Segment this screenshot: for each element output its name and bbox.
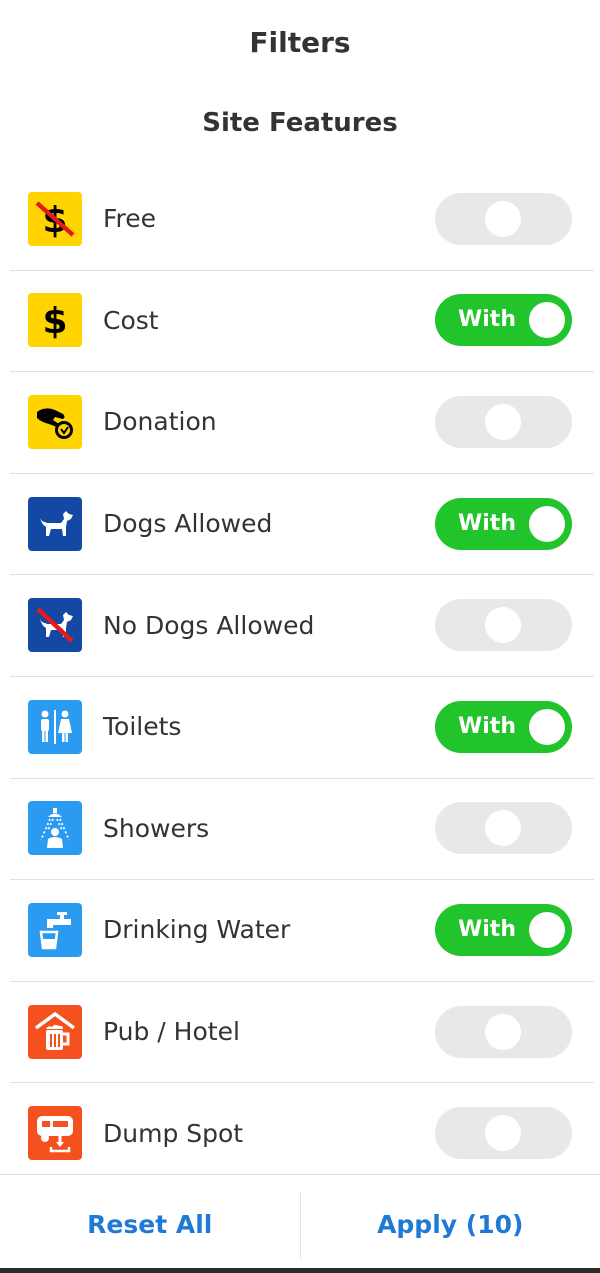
filter-label: Showers [103,813,210,843]
toggle-knob [529,708,565,745]
toggle-knob [485,1115,521,1152]
filter-row-free[interactable]: $ Free [0,168,600,270]
filter-row-dump-spot[interactable]: Dump Spot [0,1082,600,1184]
filter-label: No Dogs Allowed [103,610,315,640]
toggle-label: With [458,713,516,739]
toggle-switch[interactable]: With [435,903,572,956]
section-title: Site Features [202,107,398,138]
toggle-knob [485,810,521,847]
filter-label: Dogs Allowed [103,509,273,539]
filter-label: Free [103,204,157,234]
toggle-switch[interactable]: With [435,497,572,550]
toggle-switch[interactable] [435,395,572,448]
toggle-knob [529,505,565,542]
filter-row-drinking-water[interactable]: Drinking Water With [0,879,600,981]
svg-text:$: $ [42,301,67,342]
filter-label: Cost [103,305,159,335]
dollar-icon: $ [28,293,82,348]
section-header: Site Features [0,85,600,160]
toggle-knob [485,607,521,644]
toggle-knob [485,403,521,440]
dog-icon [28,496,82,551]
filter-label: Pub / Hotel [103,1017,240,1047]
shower-icon [28,801,82,856]
filter-row-toilets[interactable]: Toilets With [0,675,600,778]
reset-all-button[interactable]: Reset All [0,1175,300,1273]
filter-row-dogs-allowed[interactable]: Dogs Allowed With [0,472,600,575]
filter-list: $ Free $ Cost With [0,168,600,1184]
pub-icon [28,1004,82,1059]
filter-row-showers[interactable]: Showers [0,777,600,880]
toggle-switch[interactable] [435,802,572,855]
header: Filters [0,0,600,85]
dump-spot-icon [28,1106,82,1161]
apply-button[interactable]: Apply (10) [301,1175,600,1273]
toggle-switch[interactable]: With [435,700,572,753]
toilets-icon [28,699,82,754]
footer-actions: Reset All Apply (10) [0,1174,600,1273]
filter-label: Donation [103,407,217,437]
filter-row-cost[interactable]: $ Cost With [0,269,600,372]
filter-label: Drinking Water [103,915,291,945]
toggle-label: With [458,510,516,536]
donation-hand-icon [28,394,82,449]
filter-label: Toilets [103,712,182,742]
filter-row-pub-hotel[interactable]: Pub / Hotel [0,980,600,1083]
toggle-label: With [458,307,516,333]
no-cost-icon: $ [28,191,82,246]
toggle-knob [485,200,521,237]
toggle-switch[interactable] [435,1107,572,1160]
filter-row-donation[interactable]: Donation [0,371,600,473]
toggle-label: With [458,916,516,942]
drinking-water-icon [28,902,82,957]
toggle-knob [529,302,565,339]
toggle-knob [529,911,565,948]
filter-row-no-dogs-allowed[interactable]: No Dogs Allowed [0,574,600,676]
no-dogs-icon [28,598,82,653]
system-nav-bar [0,1268,600,1273]
toggle-switch[interactable] [435,1005,572,1058]
toggle-knob [485,1013,521,1050]
toggle-switch[interactable]: With [435,294,572,347]
toggle-switch[interactable] [435,599,572,652]
page-title: Filters [249,26,351,59]
toggle-switch[interactable] [435,192,572,245]
filter-label: Dump Spot [103,1118,244,1148]
